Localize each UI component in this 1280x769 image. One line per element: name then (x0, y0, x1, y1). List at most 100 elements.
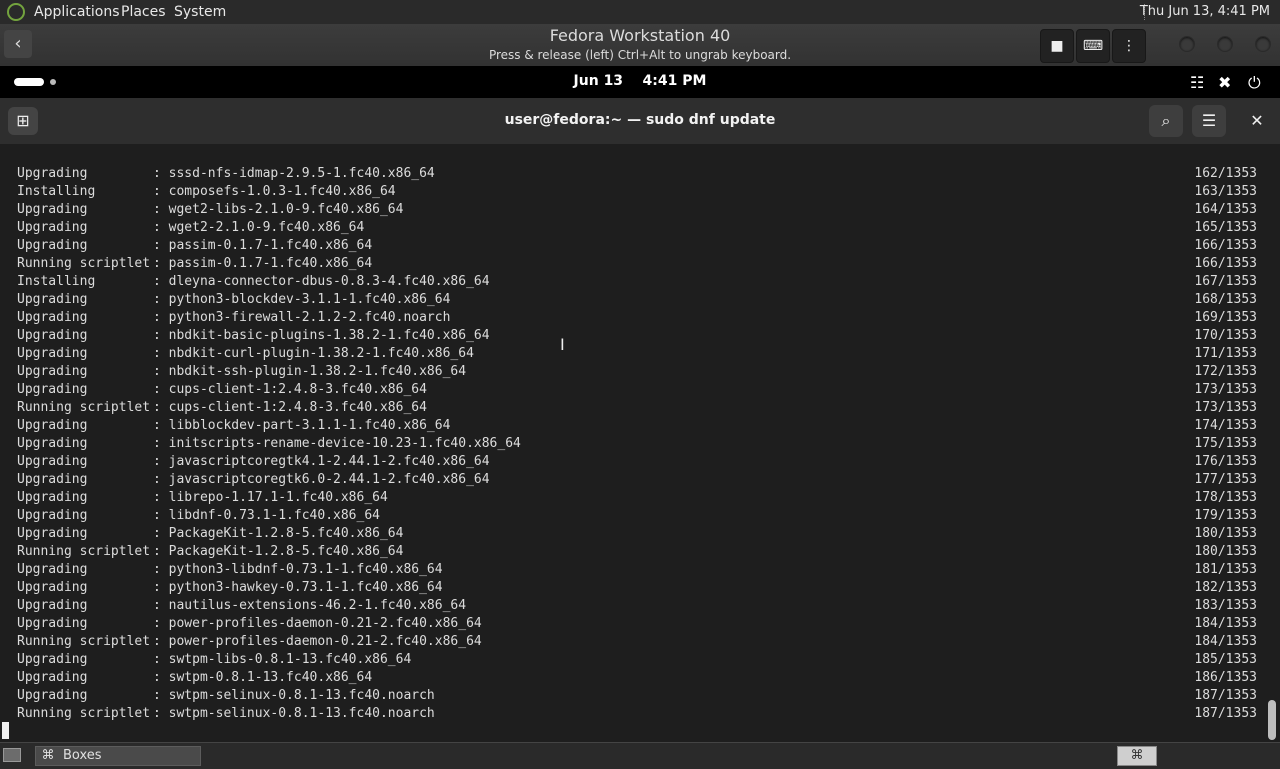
power-icon[interactable]: ⏻ (1248, 73, 1261, 93)
line-separator: : (153, 418, 169, 433)
terminal-line: Upgrading: sssd-nfs-idmap-2.9.5-1.fc40.x… (17, 165, 1257, 183)
guest-date: Jun 13 (573, 73, 624, 89)
search-button[interactable]: ⌕ (1149, 105, 1183, 137)
line-package: python3-hawkey-0.73.1-1.fc40.x86_64 (168, 580, 443, 595)
line-action: Upgrading (17, 436, 88, 451)
line-package: nbdkit-ssh-plugin-1.38.2-1.fc40.x86_64 (168, 364, 467, 379)
line-action: Running scriptlet (17, 256, 151, 271)
line-progress-count: 163/1353 (1194, 184, 1257, 199)
terminal-line: Running scriptlet: passim-0.1.7-1.fc40.x… (17, 255, 1257, 273)
hamburger-menu-button[interactable]: ☰ (1192, 105, 1226, 137)
volume-muted-icon[interactable]: ✖ (1218, 73, 1231, 92)
line-action: Installing (17, 274, 96, 289)
line-package: power-profiles-daemon-0.21-2.fc40.x86_64 (168, 634, 482, 649)
line-action: Upgrading (17, 418, 88, 433)
terminal-line: Upgrading: nbdkit-ssh-plugin-1.38.2-1.fc… (17, 363, 1257, 381)
line-package: dleyna-connector-dbus-0.8.3-4.fc40.x86_6… (168, 274, 490, 289)
line-progress-count: 172/1353 (1194, 364, 1257, 379)
keyboard-icon: ⌨ (1082, 38, 1104, 54)
line-action: Upgrading (17, 688, 88, 703)
line-package: swtpm-selinux-0.8.1-13.fc40.noarch (168, 706, 435, 721)
line-progress-count: 173/1353 (1194, 400, 1257, 415)
line-separator: : (153, 454, 169, 469)
line-progress-count: 180/1353 (1194, 526, 1257, 541)
line-action: Upgrading (17, 562, 88, 577)
terminal-close-button[interactable]: ✕ (1240, 105, 1274, 137)
more-vertical-icon: ⋮ (1122, 38, 1136, 54)
terminal-line: Upgrading: python3-libdnf-0.73.1-1.fc40.… (17, 561, 1257, 579)
line-package: cups-client-1:2.4.8-3.fc40.x86_64 (168, 382, 427, 397)
terminal-line: Running scriptlet: power-profiles-daemon… (17, 633, 1257, 651)
text-cursor (2, 722, 9, 739)
line-progress-count: 173/1353 (1194, 382, 1257, 397)
terminal-line: Upgrading: nbdkit-basic-plugins-1.38.2-1… (17, 327, 1257, 345)
terminal-line: Upgrading: power-profiles-daemon-0.21-2.… (17, 615, 1257, 633)
menu-system[interactable]: System (174, 4, 226, 20)
terminal-scrollbar[interactable] (1268, 700, 1276, 740)
keyboard-button[interactable]: ⌨ (1076, 29, 1110, 63)
terminal-body[interactable]: Upgrading: sssd-nfs-idmap-2.9.5-1.fc40.x… (0, 145, 1280, 742)
terminal-line: Upgrading: swtpm-selinux-0.8.1-13.fc40.n… (17, 687, 1257, 705)
line-action: Upgrading (17, 580, 88, 595)
line-separator: : (153, 184, 169, 199)
line-package: nbdkit-basic-plugins-1.38.2-1.fc40.x86_6… (168, 328, 490, 343)
line-separator: : (153, 220, 169, 235)
line-separator: : (153, 274, 169, 289)
terminal-line: Upgrading: initscripts-rename-device-10.… (17, 435, 1257, 453)
line-progress-count: 166/1353 (1194, 238, 1257, 253)
line-separator: : (153, 616, 169, 631)
minimize-button[interactable] (1179, 36, 1195, 52)
taskbar-item-boxes[interactable]: ⌘ Boxes (35, 746, 201, 766)
line-package: python3-libdnf-0.73.1-1.fc40.x86_64 (168, 562, 443, 577)
line-progress-count: 184/1353 (1194, 634, 1257, 649)
line-package: composefs-1.0.3-1.fc40.x86_64 (168, 184, 396, 199)
line-progress-count: 171/1353 (1194, 346, 1257, 361)
maximize-button[interactable] (1217, 36, 1233, 52)
line-package: javascriptcoregtk4.1-2.44.1-2.fc40.x86_6… (168, 454, 490, 469)
line-action: Upgrading (17, 364, 88, 379)
line-package: nbdkit-curl-plugin-1.38.2-1.fc40.x86_64 (168, 346, 474, 361)
line-progress-count: 178/1353 (1194, 490, 1257, 505)
line-separator: : (153, 202, 169, 217)
line-separator: : (153, 346, 169, 361)
line-package: python3-blockdev-3.1.1-1.fc40.x86_64 (168, 292, 451, 307)
line-separator: : (153, 526, 169, 541)
guest-clock[interactable]: Jun 13 4:41 PM (0, 73, 1280, 89)
line-separator: : (153, 400, 169, 415)
line-action: Upgrading (17, 508, 88, 523)
line-progress-count: 177/1353 (1194, 472, 1257, 487)
terminal-line: Upgrading: wget2-2.1.0-9.fc40.x86_64 165/… (17, 219, 1257, 237)
fedora-logo-icon[interactable] (7, 3, 25, 21)
workspace-switcher[interactable]: ⌘ (1117, 746, 1157, 766)
line-action: Upgrading (17, 310, 88, 325)
host-taskbar: ⌘ Boxes ⌘ (0, 742, 1280, 769)
line-package: power-profiles-daemon-0.21-2.fc40.x86_64 (168, 616, 482, 631)
terminal-line: Upgrading: librepo-1.17.1-1.fc40.x86_64 1… (17, 489, 1257, 507)
menu-applications[interactable]: Applications (34, 4, 120, 20)
window-close-button[interactable] (1255, 36, 1271, 52)
menu-places[interactable]: Places (121, 4, 166, 20)
boxes-header-bar: ‹ Fedora Workstation 40 Press & release … (0, 24, 1280, 67)
line-separator: : (153, 472, 169, 487)
stop-button[interactable]: ■ (1040, 29, 1074, 63)
line-action: Upgrading (17, 382, 88, 397)
hamburger-icon: ☰ (1201, 111, 1217, 130)
line-separator: : (153, 490, 169, 505)
line-separator: : (153, 688, 169, 703)
line-progress-count: 169/1353 (1194, 310, 1257, 325)
host-clock[interactable]: Thu Jun 13, 4:41 PM (1140, 4, 1270, 19)
line-action: Running scriptlet (17, 544, 151, 559)
menu-button[interactable]: ⋮ (1112, 29, 1146, 63)
terminal-line: Upgrading: python3-firewall-2.1.2-2.fc40… (17, 309, 1257, 327)
line-action: Upgrading (17, 220, 88, 235)
terminal-line: Upgrading: cups-client-1:2.4.8-3.fc40.x8… (17, 381, 1257, 399)
line-action: Running scriptlet (17, 706, 151, 721)
guest-time: 4:41 PM (642, 73, 707, 89)
show-desktop-icon[interactable] (3, 748, 21, 762)
line-progress-count: 187/1353 (1194, 706, 1257, 721)
line-action: Running scriptlet (17, 400, 151, 415)
terminal-line: Upgrading: swtpm-0.8.1-13.fc40.x86_64 186… (17, 669, 1257, 687)
terminal-header-bar: ⊞ user@fedora:~ — sudo dnf update ⌕ ☰ ✕ (0, 98, 1280, 145)
network-icon[interactable]: ☷ (1190, 73, 1204, 92)
line-separator: : (153, 166, 169, 181)
